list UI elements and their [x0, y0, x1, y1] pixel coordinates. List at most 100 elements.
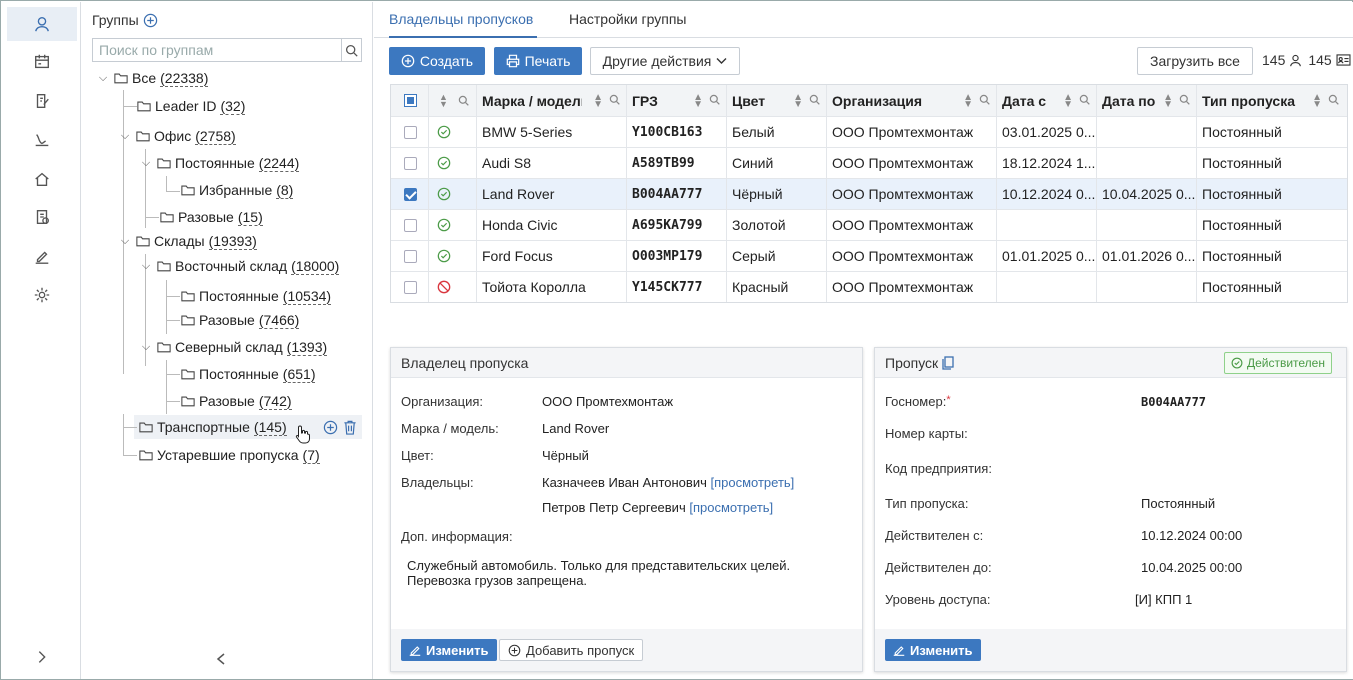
color-value: Чёрный [542, 448, 589, 463]
collapse-panel-icon[interactable] [215, 652, 227, 671]
tree-node-office-onetime[interactable]: Разовые (15) [160, 206, 263, 228]
cell-color: Серый [727, 241, 827, 271]
other-actions-dropdown[interactable]: Другие действия [590, 47, 740, 75]
edit-pass-button[interactable]: Изменить [885, 639, 981, 661]
load-all-button[interactable]: Загрузить все [1137, 47, 1253, 75]
tree-node-north-permanent[interactable]: Постоянные (651) [181, 363, 316, 385]
chevron-down-icon[interactable]: ⌵ [118, 130, 132, 143]
tree-node-east-onetime[interactable]: Разовые (7466) [181, 309, 300, 331]
cell-org: ООО Промтехмонтаж [827, 241, 997, 271]
tree-node-north-warehouse[interactable]: ⌵ Северный склад (1393) [139, 336, 328, 358]
cell-plate: Y145CK777 [627, 272, 727, 302]
edit-owner-button[interactable]: Изменить [401, 639, 497, 661]
sort-icon[interactable]: ▲ ▼ [439, 92, 448, 108]
pass-type-value: Постоянный [1141, 496, 1216, 511]
cell-model: Тойота Королла [477, 272, 627, 302]
pen-icon[interactable] [7, 239, 77, 273]
add-subgroup-icon[interactable] [323, 420, 338, 435]
pen-icon [409, 646, 421, 656]
delete-group-icon[interactable] [343, 420, 357, 435]
column-header-color[interactable]: Цвет ▲ ▼ [727, 85, 827, 116]
add-group-icon[interactable] [143, 13, 158, 28]
tab-group-settings[interactable]: Настройки группы [569, 11, 687, 27]
calendar-pass-icon[interactable] [7, 45, 77, 79]
view-owner-2-link[interactable]: [просмотреть] [689, 500, 773, 515]
print-button[interactable]: Печать [494, 47, 582, 75]
cell-type: Постоянный [1202, 124, 1282, 140]
add-pass-button[interactable]: Добавить пропуск [499, 639, 644, 661]
folder-icon [114, 72, 128, 84]
view-owner-1-link[interactable]: [просмотреть] [710, 475, 794, 490]
info-label: Доп. информация: [401, 529, 513, 544]
tab-pass-owners[interactable]: Владельцы пропусков [389, 11, 533, 27]
folder-icon [157, 260, 171, 272]
tree-node-east-warehouse[interactable]: ⌵ Восточный склад (18000) [139, 255, 340, 277]
document-edit-icon[interactable] [7, 84, 77, 118]
table-row[interactable]: Audi S8 A589TB99 Синий ООО Промтехмонтаж 18.… [391, 147, 1347, 178]
valid-status-icon [429, 179, 477, 209]
owner-2: Петров Петр Сергеевич [просмотреть] [542, 500, 774, 515]
status-column-header[interactable]: ▲ ▼ [429, 85, 477, 116]
tree-node-east-permanent[interactable]: Постоянные (10534) [181, 285, 332, 307]
row-checkbox[interactable] [391, 272, 429, 302]
cell-plate: A589TB99 [627, 148, 727, 178]
cell-model: Ford Focus [477, 241, 627, 271]
select-all-checkbox[interactable] [391, 85, 429, 116]
id-card-icon [1336, 54, 1351, 66]
tree-node-leader-id[interactable]: Leader ID (32) [137, 95, 246, 117]
access-level-value: [И] КПП 1 [1135, 592, 1193, 607]
home-icon[interactable] [7, 162, 77, 196]
search-icon[interactable] [341, 39, 361, 61]
chevron-down-icon[interactable]: ⌵ [139, 341, 153, 354]
tree-node-favorites[interactable]: Избранные (8) [181, 179, 294, 201]
column-header-model[interactable]: Марка / модель ▲ ▼ [477, 85, 627, 116]
groups-search-input[interactable] [93, 39, 341, 61]
row-checkbox[interactable] [391, 210, 429, 240]
sign-icon[interactable] [7, 123, 77, 157]
cell-plate: A695KA799 [627, 210, 727, 240]
tree-node-obsolete[interactable]: Устаревшие пропуска (7) [139, 444, 320, 466]
table-row[interactable]: Тойота Королла Y145CK777 Красный ООО Промте… [391, 271, 1347, 302]
tree-node-transport[interactable]: Транспортные (145) [139, 416, 287, 438]
chevron-down-icon[interactable]: ⌵ [139, 260, 153, 273]
row-checkbox[interactable] [391, 241, 429, 271]
status-badge: Действителен [1223, 352, 1332, 374]
create-button[interactable]: Создать [389, 47, 485, 75]
column-header-pass-type[interactable]: Тип пропуска ▲ ▼ [1197, 85, 1345, 116]
table-row[interactable]: Honda Civic A695KA799 Золотой ООО Промтехмо… [391, 209, 1347, 240]
document-check-icon[interactable] [7, 200, 77, 234]
tree-node-north-onetime[interactable]: Разовые (742) [181, 390, 292, 412]
chevron-down-icon[interactable]: ⌵ [139, 157, 153, 170]
column-header-date-to[interactable]: Дата по ▲ ▼ [1097, 85, 1197, 116]
table-row[interactable]: Land Rover B004AA777 Чёрный ООО Промтехмонт… [391, 178, 1347, 209]
column-header-date-from[interactable]: Дата с ▲ ▼ [997, 85, 1097, 116]
row-checkbox[interactable] [391, 117, 429, 147]
row-checkbox[interactable] [391, 179, 429, 209]
cell-to [1097, 117, 1197, 147]
tree-node-office-permanent[interactable]: ⌵ Постоянные (2244) [139, 152, 300, 174]
cell-from: 03.01.2025 0... [997, 117, 1097, 147]
column-header-plate[interactable]: ГРЗ ▲ ▼ [627, 85, 727, 116]
cell-to: 01.01.2026 0... [1097, 241, 1197, 271]
tree-node-warehouses[interactable]: ⌵ Склады (19393) [118, 230, 257, 252]
tree-node-office[interactable]: ⌵ Офис (2758) [118, 125, 236, 147]
valid-status-icon [429, 210, 477, 240]
copy-icon[interactable] [942, 355, 954, 370]
org-label: Организация: [401, 394, 484, 409]
plus-circle-icon [508, 644, 521, 656]
table-row[interactable]: BMW 5-Series Y100CB163 Белый ООО Промтехмон… [391, 116, 1347, 147]
row-checkbox[interactable] [391, 148, 429, 178]
filter-search-icon[interactable] [458, 95, 469, 106]
folder-icon [139, 449, 153, 461]
user-icon[interactable] [7, 7, 77, 41]
gear-icon[interactable] [7, 278, 77, 312]
app-window: Группы ⌵ Все(22338) [0, 0, 1353, 680]
owners-label: Владельцы: [401, 475, 474, 490]
expand-rail-icon[interactable] [7, 640, 77, 674]
chevron-down-icon[interactable]: ⌵ [96, 72, 110, 85]
table-row[interactable]: Ford Focus O003MP179 Серый ООО Промтехмонта… [391, 240, 1347, 271]
column-header-org[interactable]: Организация ▲ ▼ [827, 85, 997, 116]
chevron-down-icon[interactable]: ⌵ [118, 235, 132, 248]
tree-node-all[interactable]: ⌵ Все (22338) [96, 67, 209, 89]
pass-panel-header: Пропуск Действителен [875, 348, 1346, 378]
